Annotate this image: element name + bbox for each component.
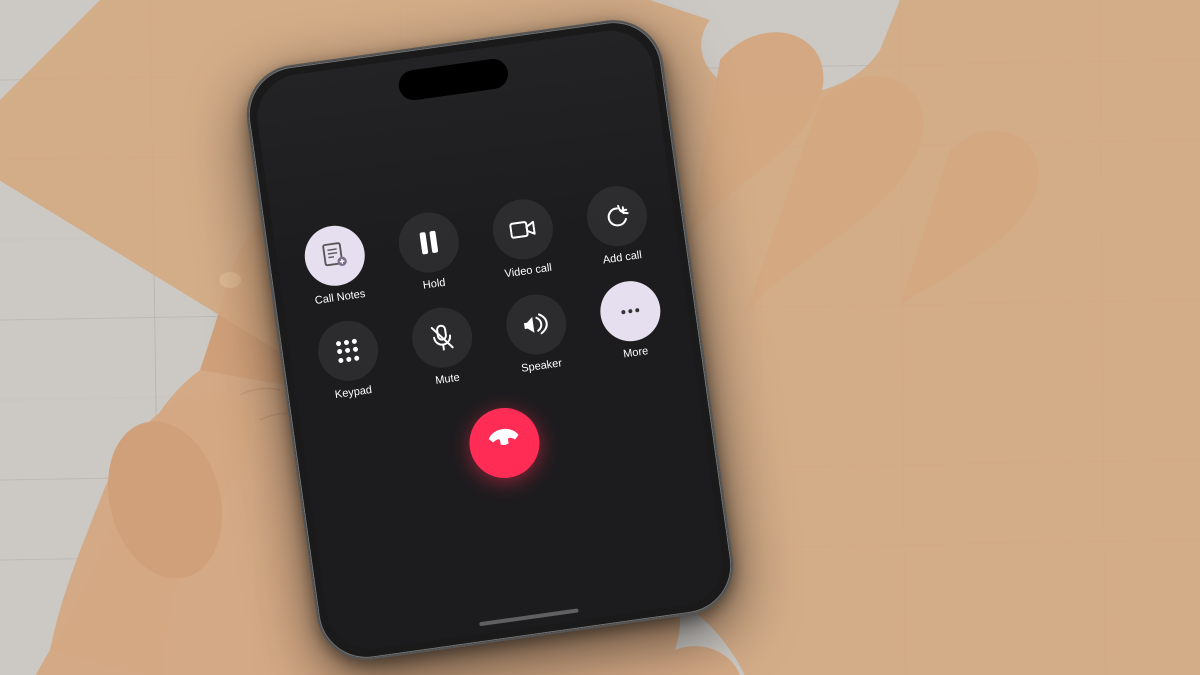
- keypad-dot: [354, 355, 360, 361]
- mute-circle: [408, 304, 476, 372]
- keypad-dot: [346, 356, 352, 362]
- hold-label: Hold: [422, 277, 446, 292]
- video-circle: [489, 196, 557, 264]
- row-spacer: [482, 284, 485, 302]
- call-notes-button[interactable]: Call Notes: [288, 220, 383, 309]
- keypad-dot: [343, 340, 349, 346]
- more-circle: [596, 277, 664, 345]
- mute-button[interactable]: Mute: [395, 302, 490, 391]
- video-icon: [508, 218, 537, 241]
- hold-bar-2: [429, 231, 438, 254]
- speaker-label: Speaker: [520, 357, 562, 375]
- add-call-circle: [583, 182, 651, 250]
- more-icon: [621, 308, 639, 314]
- keypad-button[interactable]: Keypad: [301, 315, 396, 404]
- add-call-icon: [602, 202, 631, 229]
- end-call-button[interactable]: [465, 403, 544, 482]
- end-call-icon: [486, 425, 522, 461]
- home-indicator: [479, 608, 579, 626]
- speaker-circle: [502, 291, 570, 359]
- more-dot-3: [635, 308, 640, 313]
- more-dot-1: [621, 310, 626, 315]
- keypad-icon: [335, 338, 360, 363]
- keypad-dot: [335, 341, 341, 347]
- mute-label: Mute: [435, 372, 461, 387]
- more-dot-2: [628, 309, 633, 314]
- hold-circle: [394, 209, 462, 277]
- video-call-button[interactable]: Video call: [476, 194, 571, 283]
- phone-body: Call Notes Hold: [240, 14, 739, 667]
- end-call-area: [465, 403, 544, 482]
- call-notes-icon: [319, 240, 349, 271]
- call-notes-label: Call Notes: [314, 288, 366, 307]
- mute-icon: [429, 323, 454, 352]
- keypad-circle: [314, 317, 382, 385]
- keypad-dot: [338, 357, 344, 363]
- phone: Call Notes Hold: [240, 14, 739, 667]
- hold-button[interactable]: Hold: [382, 207, 477, 296]
- call-notes-circle: [300, 222, 368, 290]
- more-button[interactable]: More: [584, 276, 679, 365]
- add-call-label: Add call: [602, 249, 642, 266]
- video-call-label: Video call: [504, 262, 553, 280]
- phone-screen: Call Notes Hold: [252, 25, 729, 655]
- keypad-dot: [352, 339, 358, 345]
- keypad-dot: [336, 349, 342, 355]
- keypad-label: Keypad: [334, 384, 373, 401]
- call-ui: Call Notes Hold: [252, 25, 729, 655]
- hold-bar-1: [419, 232, 428, 255]
- keypad-dot: [345, 348, 351, 354]
- speaker-button[interactable]: Speaker: [490, 289, 585, 378]
- add-call-button[interactable]: Add call: [570, 181, 665, 270]
- speaker-icon: [521, 311, 550, 338]
- hold-icon: [419, 231, 438, 255]
- keypad-dot: [353, 347, 359, 353]
- more-label: More: [622, 345, 648, 360]
